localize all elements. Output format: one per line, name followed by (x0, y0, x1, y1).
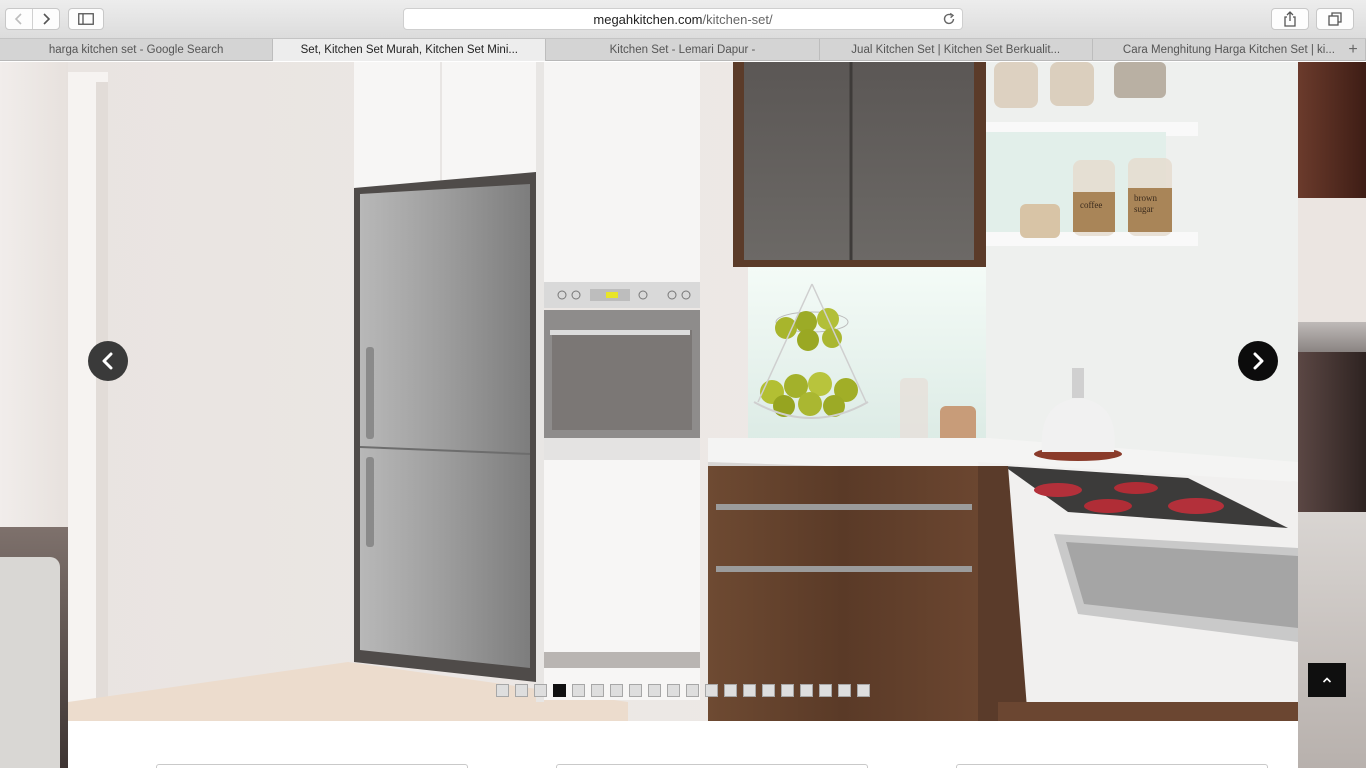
content-card (556, 764, 868, 768)
sidebar-toggle-button[interactable] (68, 8, 104, 30)
slider-dot[interactable] (838, 684, 851, 697)
tab-cara-menghitung[interactable]: Cara Menghitung Harga Kitchen Set | ki..… (1093, 39, 1366, 61)
url-domain: megahkitchen.com (593, 11, 703, 27)
chevron-left-icon (102, 352, 113, 370)
browser-toolbar: megahkitchen.com/kitchen-set/ (0, 0, 1366, 39)
slider-dot[interactable] (610, 684, 623, 697)
slider-dot[interactable] (515, 684, 528, 697)
share-icon (1284, 11, 1296, 27)
slider-previous-button[interactable] (88, 341, 128, 381)
reload-icon[interactable] (942, 12, 956, 26)
slider-dot[interactable] (781, 684, 794, 697)
slider-dot[interactable] (591, 684, 604, 697)
web-page: coffee brown sugar (0, 62, 1366, 768)
slider-dot[interactable] (857, 684, 870, 697)
forward-button[interactable] (32, 9, 59, 29)
slider-dot[interactable] (667, 684, 680, 697)
slider-dot[interactable] (572, 684, 585, 697)
tab-google-search[interactable]: harga kitchen set - Google Search (0, 39, 274, 61)
tab-lemari-dapur[interactable]: Kitchen Set - Lemari Dapur - (546, 39, 820, 61)
chevron-left-icon (14, 13, 22, 25)
tabs-overview-button[interactable] (1316, 8, 1354, 30)
sidebar-icon (78, 13, 94, 25)
chevron-right-icon (43, 13, 51, 25)
slider-dot[interactable] (686, 684, 699, 697)
back-button[interactable] (6, 9, 32, 29)
kitchen-render-image: coffee brown sugar (68, 62, 1298, 721)
slider-dot[interactable] (534, 684, 547, 697)
coffee-jar-label: coffee (1080, 200, 1102, 210)
new-tab-button[interactable]: + (1340, 39, 1366, 61)
slider-next-button[interactable] (1238, 341, 1278, 381)
share-button[interactable] (1271, 8, 1309, 30)
chevron-right-icon (1253, 352, 1264, 370)
kitchen-image-slide: coffee brown sugar (68, 62, 1298, 721)
slider-dot[interactable] (705, 684, 718, 697)
url-path: /kitchen-set/ (702, 11, 773, 27)
back-to-top-button[interactable] (1308, 663, 1346, 697)
slider-dot[interactable] (724, 684, 737, 697)
slider-dot[interactable] (762, 684, 775, 697)
slider-dot[interactable] (743, 684, 756, 697)
slider-pagination (496, 684, 870, 697)
tab-megahkitchen[interactable]: Set, Kitchen Set Murah, Kitchen Set Mini… (273, 39, 547, 61)
tabs-overview-icon (1328, 12, 1342, 26)
sugar-jar-label-line1: brown (1134, 193, 1157, 203)
slider-dot[interactable] (553, 684, 566, 697)
content-card (956, 764, 1268, 768)
slider-dot[interactable] (800, 684, 813, 697)
slider-dot[interactable] (496, 684, 509, 697)
content-card (156, 764, 468, 768)
slider-dot[interactable] (819, 684, 832, 697)
tab-jual-kitchen-set[interactable]: Jual Kitchen Set | Kitchen Set Berkualit… (820, 39, 1093, 61)
slider-dot[interactable] (629, 684, 642, 697)
navigation-buttons (5, 8, 60, 30)
address-bar[interactable]: megahkitchen.com/kitchen-set/ (403, 8, 963, 30)
slider-dot[interactable] (648, 684, 661, 697)
sugar-jar-label-line2: sugar (1134, 204, 1154, 214)
previous-slide-peek (0, 62, 68, 768)
tab-bar: harga kitchen set - Google Search Set, K… (0, 39, 1366, 61)
chevron-up-icon (1322, 677, 1332, 683)
